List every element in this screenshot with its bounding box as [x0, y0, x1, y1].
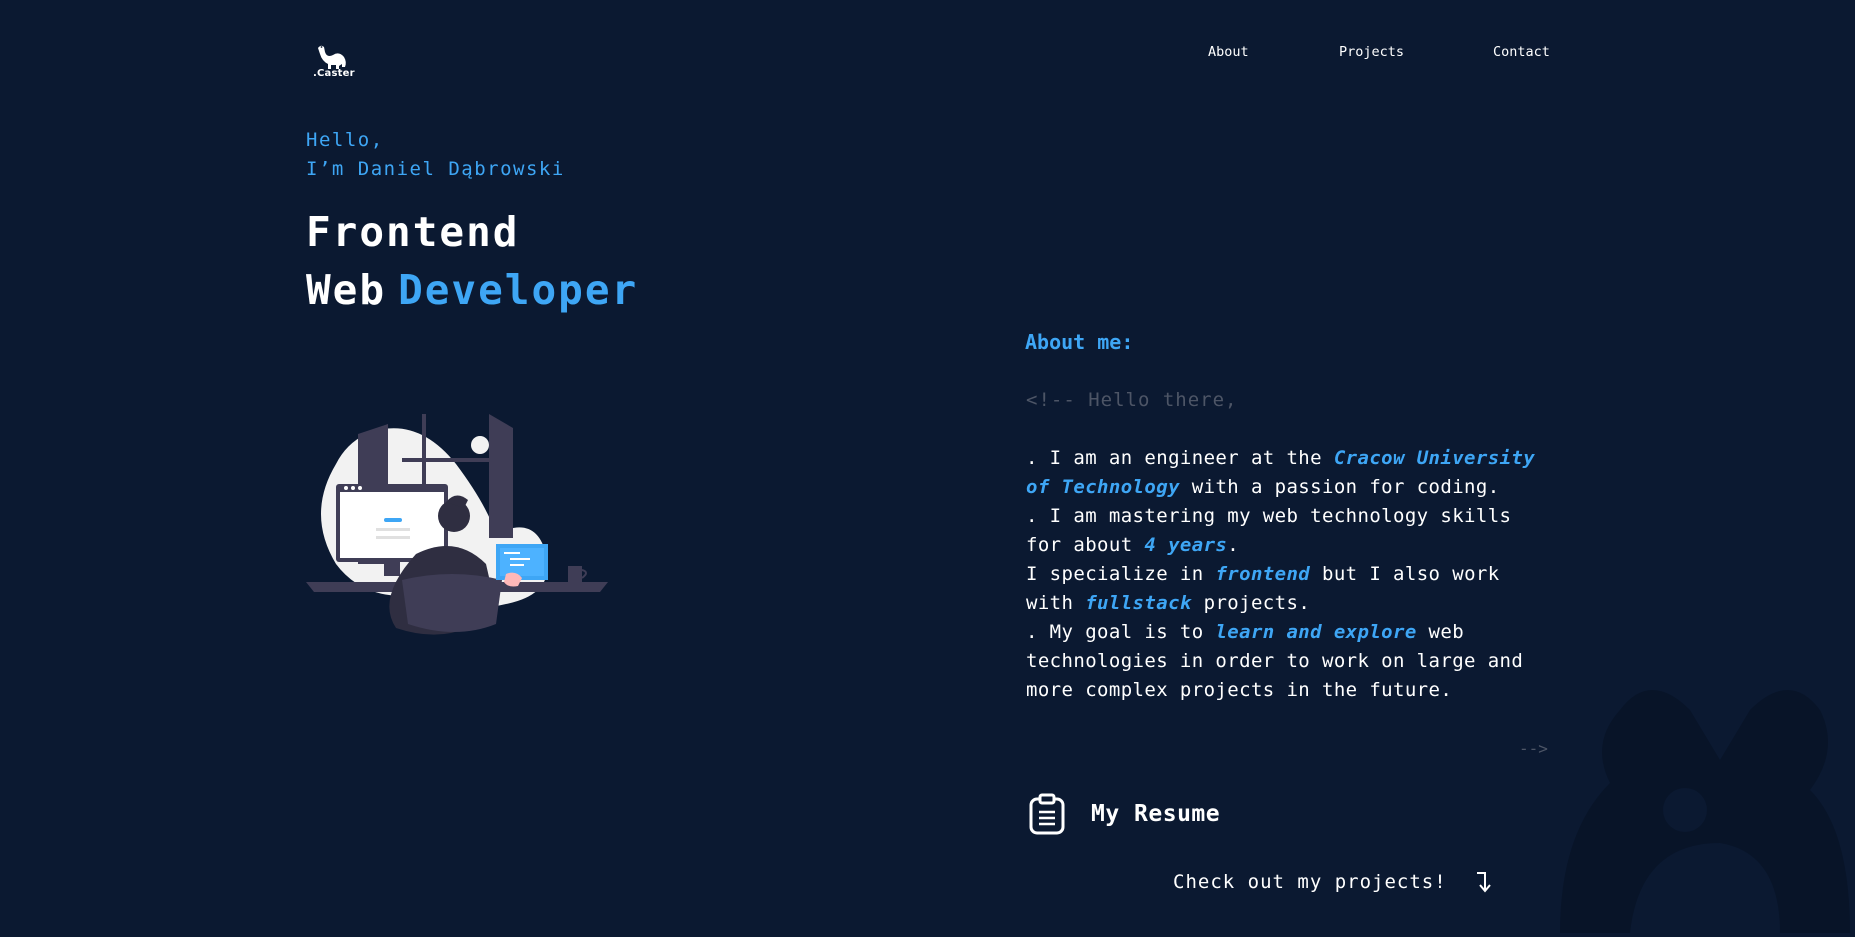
- hero-title-line2: Web Developer: [306, 266, 638, 314]
- logo-text: .Caster: [313, 68, 355, 79]
- hero-title-web: Web: [306, 266, 387, 314]
- about-body: . I am an engineer at the Cracow Univers…: [1026, 444, 1546, 705]
- logo[interactable]: .Caster: [310, 42, 355, 84]
- greeting-name: I’m Daniel Dąbrowski: [306, 158, 565, 180]
- about-paragraph-4: . My goal is to learn and explore web te…: [1026, 618, 1546, 705]
- projects-cta-label: Check out my projects!: [1173, 871, 1447, 893]
- about-comment-open: <!-- Hello there,: [1026, 389, 1238, 411]
- about-paragraph-3: I specialize in frontend but I also work…: [1026, 560, 1546, 618]
- greeting-hello: Hello,: [306, 129, 384, 151]
- nav-link-projects[interactable]: Projects: [1339, 44, 1404, 60]
- about-text: . My goal is to: [1026, 621, 1216, 643]
- about-text: . I am an engineer at the: [1026, 447, 1334, 469]
- hero-title-developer: Developer: [398, 266, 639, 314]
- about-paragraph-1: . I am an engineer at the Cracow Univers…: [1026, 444, 1546, 502]
- about-text: I specialize in: [1026, 563, 1216, 585]
- about-highlight-frontend: frontend: [1215, 563, 1311, 585]
- about-highlight-learn: learn and explore: [1215, 621, 1417, 643]
- about-highlight-fullstack: fullstack: [1085, 592, 1192, 614]
- about-heading: About me:: [1025, 330, 1134, 354]
- about-text: .: [1227, 534, 1240, 556]
- nav-link-contact[interactable]: Contact: [1493, 44, 1550, 60]
- about-paragraph-2: . I am mastering my web technology skill…: [1026, 502, 1546, 560]
- resume-link[interactable]: My Resume: [1028, 793, 1220, 835]
- hero-title-line1: Frontend: [306, 208, 520, 256]
- about-text: with a passion for coding.: [1179, 476, 1500, 498]
- about-text: projects.: [1191, 592, 1311, 614]
- background-decoration: [1470, 690, 1855, 937]
- nav-link-about[interactable]: About: [1208, 44, 1249, 60]
- about-text: . I am mastering my web technology skill…: [1026, 505, 1512, 556]
- about-highlight-years: 4 years: [1144, 534, 1228, 556]
- developer-illustration: [306, 414, 608, 640]
- resume-label: My Resume: [1091, 801, 1221, 827]
- projects-cta-link[interactable]: Check out my projects!: [1173, 871, 1493, 893]
- clipboard-icon: [1029, 793, 1065, 835]
